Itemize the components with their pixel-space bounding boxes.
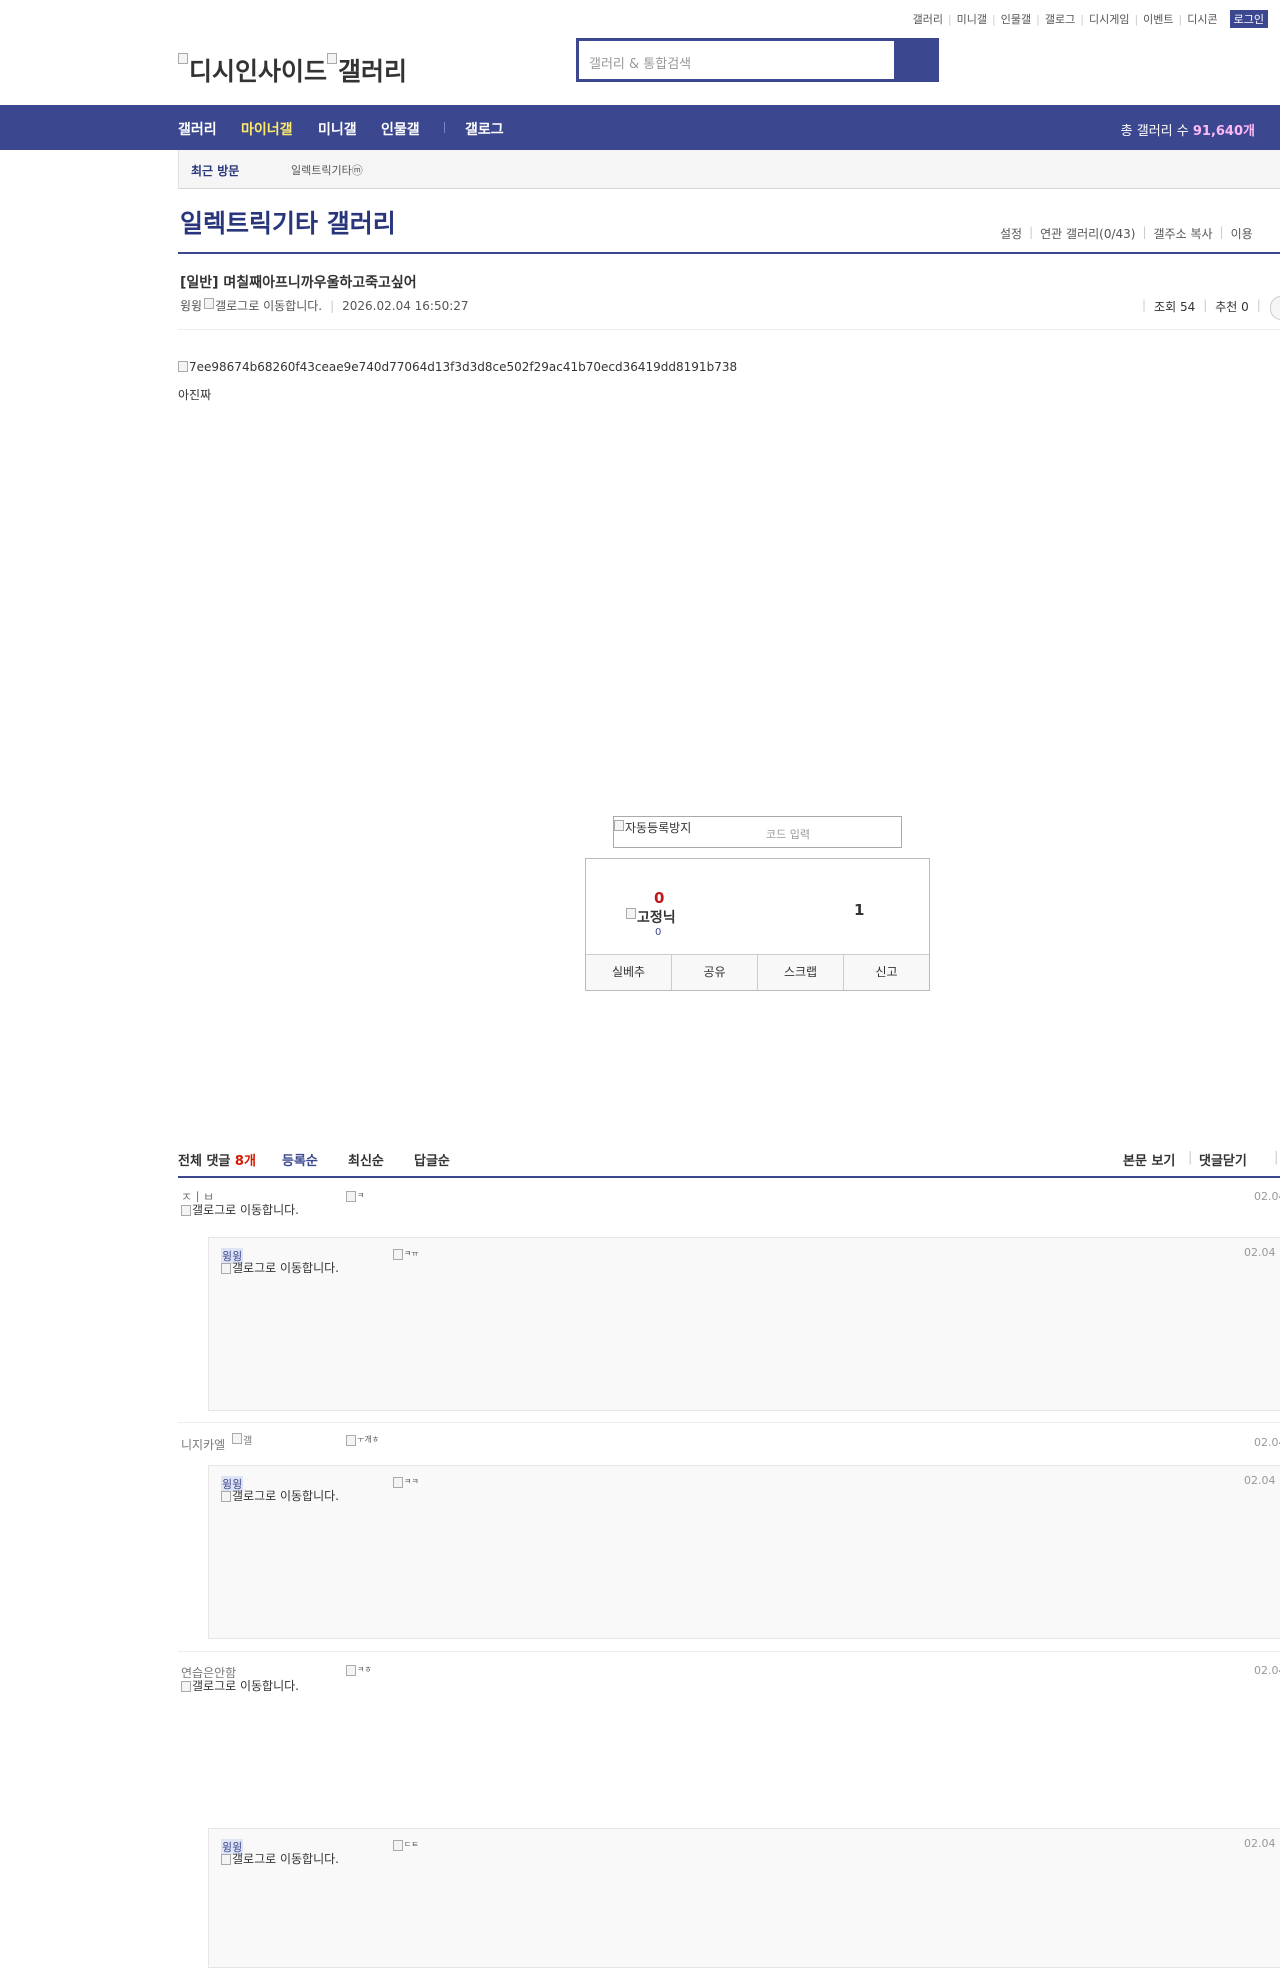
- nav-minor-gallery[interactable]: 마이너갤: [241, 119, 293, 139]
- post-title: [일반] 며칠째아프니까우울하고죽고싶어: [180, 275, 417, 291]
- view-body-button[interactable]: 본문 보기: [1123, 1150, 1175, 1169]
- total-gallery-count: 총 갤러리 수 91,640개: [1120, 124, 1255, 139]
- fixed-nick-upvote-count: 0: [655, 927, 662, 938]
- nav-person-gallery[interactable]: 인물갤: [381, 119, 420, 139]
- logo-image-dcinside: 디시인사이드: [178, 52, 327, 88]
- gallery-title-divider: [178, 252, 1280, 254]
- sort-latest-tab[interactable]: 최신순: [348, 1150, 384, 1169]
- reply-dccon-image: ㄷㅌ: [393, 1839, 419, 1851]
- sort-replies-tab[interactable]: 답글순: [414, 1150, 450, 1169]
- login-button[interactable]: 로그인: [1229, 10, 1268, 28]
- vote-box: 0 고정닉 0 1 실베추 공유 스크랩 신고: [585, 858, 930, 991]
- reply-date: 02.04 1: [1244, 1246, 1280, 1259]
- post-meta: 윙윙 갤로그로 이동합니다. | 2026.02.04 16:50:27: [180, 297, 469, 314]
- reply-dccon-image: ㅋㅋ: [393, 1476, 419, 1488]
- comments-header: 전체 댓글 8개 등록순 최신순 답글순 본문 보기 | 댓글닫기 |: [178, 1150, 1279, 1169]
- gallog-link-icon[interactable]: 갤로그로 이동합니다.: [204, 297, 322, 314]
- nav-gallog[interactable]: 갤로그: [465, 119, 504, 139]
- top-util-nav: 갤러리 | 미니갤 | 인물갤 | 갤로그 | 디시게임 | 이벤트 | 디시콘 로그인: [913, 10, 1268, 28]
- util-link-event[interactable]: 이벤트: [1143, 11, 1173, 27]
- post-author[interactable]: 윙윙: [180, 297, 202, 314]
- captcha-image: 자동등록방지: [614, 819, 691, 836]
- search-button[interactable]: [894, 41, 936, 79]
- sort-registered-tab[interactable]: 등록순: [282, 1150, 318, 1169]
- recent-visit-bar: 최근 방문 일렉트릭기타ⓜ: [178, 150, 1280, 189]
- comment-dccon-image: ㅋㅎ: [346, 1664, 372, 1676]
- post-datetime: 2026.02.04 16:50:27: [342, 298, 469, 313]
- search-box: 갤러리 & 통합검색: [576, 38, 939, 82]
- post-counts: | 조회 54 | 추천 0 |: [1142, 298, 1261, 314]
- post-body-image[interactable]: 7ee98674b68260f43ceae9e740d77064d13f3d3d…: [178, 360, 737, 374]
- post-views: 조회 54: [1154, 300, 1196, 314]
- gallery-menu: 설정 | 연관 갤러리(0/43) | 갤주소 복사 | 이용: [1000, 225, 1253, 242]
- gallog-link-icon[interactable]: 갤로그로 이동합니다.: [221, 1853, 346, 1865]
- comment-divider: [178, 1651, 1280, 1652]
- gallog-link-icon[interactable]: 갤로그로 이동합니다.: [181, 1204, 306, 1216]
- comment-divider: [178, 1422, 1280, 1423]
- vote-action-bar: 실베추 공유 스크랩 신고: [586, 954, 929, 990]
- post-header-divider: [178, 329, 1280, 330]
- reply-date: 02.04 1: [1244, 1837, 1280, 1850]
- copy-gallery-url-link[interactable]: 갤주소 복사: [1154, 225, 1213, 242]
- util-link-minigall[interactable]: 미니갤: [957, 11, 987, 27]
- reply-box: 윙윙 갤로그로 이동합니다. ㄷㅌ 02.04 1: [208, 1828, 1280, 1968]
- fixed-nick-upvote-icon: 고정닉: [626, 907, 676, 927]
- recent-visit-gallery[interactable]: 일렉트릭기타ⓜ: [291, 162, 363, 178]
- reply-box: 윙윙 갤로그로 이동합니다. ㅋㅋ 02.04 1: [208, 1465, 1280, 1639]
- util-link-dccon[interactable]: 디시콘: [1187, 11, 1217, 27]
- main-nav: 갤러리 마이너갤 미니갤 인물갤 갤로그 총 갤러리 수 91,640개: [0, 105, 1280, 150]
- share-button[interactable]: 공유: [672, 955, 758, 990]
- downvote-count[interactable]: 1: [854, 901, 864, 919]
- gallery-title[interactable]: 일렉트릭기타 갤러리: [180, 204, 396, 240]
- scrap-button[interactable]: 스크랩: [758, 955, 844, 990]
- util-link-persongall[interactable]: 인물갤: [1001, 11, 1031, 27]
- reply-date: 02.04 1: [1244, 1474, 1280, 1487]
- gallog-link-icon[interactable]: 갤로그로 이동합니다.: [221, 1262, 346, 1274]
- comment-dccon-image: ㅋ: [346, 1190, 364, 1202]
- comment-date: 02.04: [1254, 1436, 1280, 1449]
- util-link-dcgame[interactable]: 디시게임: [1089, 11, 1129, 27]
- post-body-text: 아진짜: [178, 388, 212, 402]
- gallog-link-icon[interactable]: 갤: [232, 1432, 254, 1447]
- gallog-link-icon[interactable]: 갤로그로 이동합니다.: [221, 1490, 346, 1502]
- related-gallery-link[interactable]: 연관 갤러리(0/43): [1040, 225, 1135, 242]
- post-recommend: 추천 0: [1215, 300, 1249, 314]
- report-button[interactable]: 신고: [844, 955, 929, 990]
- gallery-settings-link[interactable]: 설정: [1000, 225, 1022, 242]
- real-best-button[interactable]: 실베추: [586, 955, 672, 990]
- nav-mini-gallery[interactable]: 미니갤: [318, 119, 357, 139]
- logo-image-gallery: 갤러리: [327, 52, 407, 88]
- util-link-gallery[interactable]: 갤러리: [913, 11, 943, 27]
- nav-gallery[interactable]: 갤러리: [178, 119, 217, 139]
- comment-date: 02.04: [1254, 1664, 1280, 1677]
- site-logo[interactable]: 디시인사이드 갤러리: [178, 40, 407, 88]
- reply-box: 윙윙 갤로그로 이동합니다. ㅋㅠ 02.04 1: [208, 1237, 1280, 1411]
- comment-dccon-image: ㅜ개ㅎ: [346, 1434, 379, 1446]
- upvote-count[interactable]: 0: [654, 889, 664, 907]
- comments-divider: [178, 1176, 1280, 1178]
- comment-nick[interactable]: 니지카엘: [181, 1436, 225, 1453]
- util-link-gallog[interactable]: 갤로그: [1045, 11, 1075, 27]
- share-circle-button[interactable]: [1270, 296, 1280, 320]
- close-comments-button[interactable]: 댓글닫기: [1199, 1150, 1247, 1169]
- search-input[interactable]: 갤러리 & 통합검색: [579, 41, 896, 79]
- recent-visit-label[interactable]: 최근 방문: [191, 162, 239, 179]
- comment-total: 전체 댓글 8개: [178, 1154, 256, 1169]
- captcha-box: 자동등록방지 코드 입력: [613, 816, 902, 848]
- nav-divider: [444, 122, 445, 133]
- gallery-usage-link[interactable]: 이용: [1231, 225, 1253, 242]
- gallog-link-icon[interactable]: 갤로그로 이동합니다.: [181, 1680, 306, 1692]
- captcha-input[interactable]: 코드 입력: [766, 826, 810, 842]
- reply-dccon-image: ㅋㅠ: [393, 1248, 419, 1260]
- comment-date: 02.04: [1254, 1190, 1280, 1203]
